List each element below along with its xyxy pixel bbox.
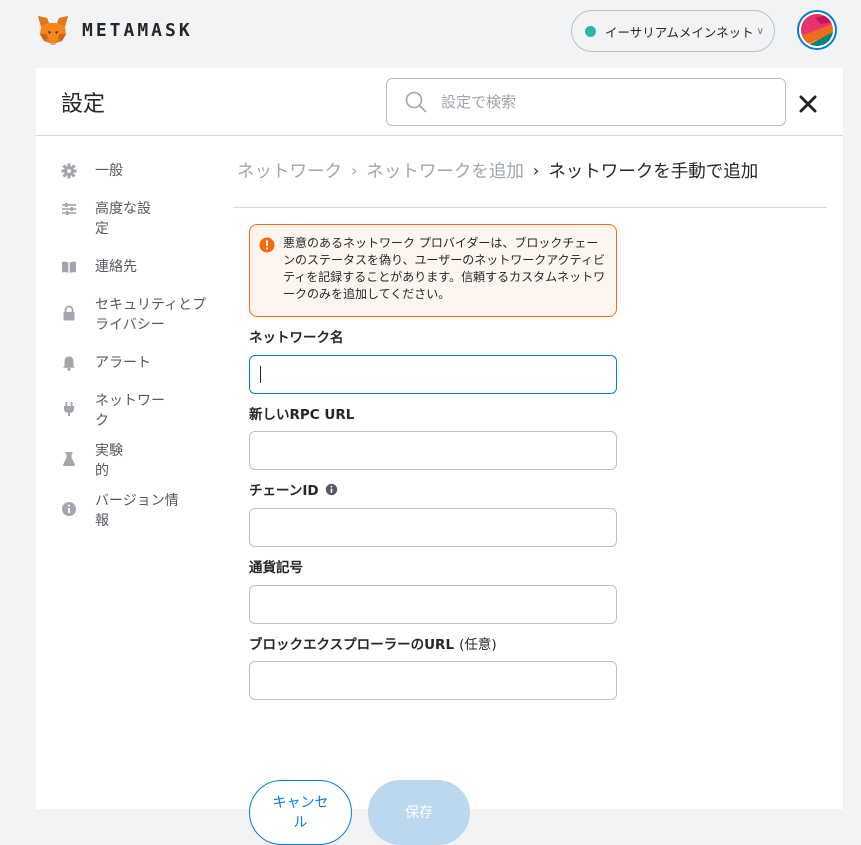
network-name-field[interactable] <box>249 355 617 394</box>
security-warning: 悪意のあるネットワーク プロバイダーは、ブロックチェーンのステータスを偽り、ユー… <box>249 224 617 317</box>
sidebar-item-advanced[interactable]: 高度な設定 <box>61 199 159 239</box>
sidebar-item-label: アラート <box>95 355 151 371</box>
chevron-right-icon: › <box>351 161 358 180</box>
explorer-url-label-group: ブロックエクスプローラーのURL (任意) <box>249 633 497 653</box>
account-avatar[interactable] <box>797 10 837 50</box>
optional-tag: (任意) <box>459 637 497 653</box>
rpc-url-field[interactable] <box>249 431 617 470</box>
sidebar-item-networks[interactable]: ネットワーク <box>61 391 167 431</box>
sidebar-item-experimental[interactable]: 実験的 <box>61 441 125 481</box>
fox-logo-icon <box>38 16 68 45</box>
flask-icon <box>63 452 75 466</box>
network-status-dot <box>585 25 596 37</box>
bell-icon <box>63 356 75 371</box>
sidebar-item-security[interactable]: セキュリティとプライバシー <box>61 295 213 335</box>
sidebar-item-label: 高度な設定 <box>95 201 151 237</box>
metamask-logo[interactable]: METAMASK <box>36 14 193 46</box>
network-selector[interactable]: イーサリアムメインネット ∨ <box>571 10 775 52</box>
chevron-down-icon: ∨ <box>756 25 764 37</box>
breadcrumb: ネットワーク › ネットワークを追加 › ネットワークを手動で追加 <box>237 158 758 183</box>
warning-icon <box>259 237 275 253</box>
lock-icon <box>63 305 75 321</box>
logo-wordmark: METAMASK <box>82 19 193 41</box>
save-button[interactable]: 保存 <box>368 780 470 845</box>
sidebar-item-general[interactable]: 一般 <box>61 161 209 181</box>
settings-panel: 設定 設定で検索 一般 高度な設定 連絡先 セキュリティとプライバシー アラート… <box>36 68 843 845</box>
sliders-icon <box>62 203 76 215</box>
sidebar-item-label: 連絡先 <box>95 259 137 275</box>
sidebar-item-contacts[interactable]: 連絡先 <box>61 257 209 277</box>
explorer-url-field[interactable] <box>249 661 617 700</box>
gear-icon <box>61 163 77 179</box>
explorer-url-label: ブロックエクスプローラーのURL <box>249 637 455 653</box>
plug-icon <box>64 402 74 416</box>
currency-symbol-field[interactable] <box>249 585 617 624</box>
network-label: イーサリアムメインネット <box>605 24 754 40</box>
breadcrumb-networks[interactable]: ネットワーク <box>237 158 342 183</box>
chevron-right-icon: › <box>532 161 540 180</box>
sidebar-item-about[interactable]: バージョン情報 <box>61 491 181 531</box>
info-icon[interactable] <box>325 483 338 496</box>
book-icon <box>62 261 76 273</box>
sidebar-item-label: 実験的 <box>95 443 123 479</box>
sidebar-item-label: 一般 <box>95 163 123 179</box>
divider <box>233 207 827 208</box>
sidebar-item-alerts[interactable]: アラート <box>61 353 209 373</box>
cancel-button[interactable]: キャンセル <box>249 780 352 845</box>
settings-header: 設定 <box>36 68 843 136</box>
close-icon[interactable] <box>798 94 818 114</box>
sidebar-item-label: ネットワーク <box>95 393 165 429</box>
text-caret <box>260 366 261 383</box>
search-icon <box>405 91 427 113</box>
currency-symbol-label: 通貨記号 <box>249 560 303 576</box>
info-icon <box>62 502 76 516</box>
chain-id-label-group: チェーンID <box>249 479 338 499</box>
settings-search[interactable] <box>386 78 786 126</box>
rpc-url-label: 新しいRPC URL <box>249 407 355 423</box>
chain-id-field[interactable] <box>249 508 617 547</box>
chain-id-label: チェーンID <box>249 483 319 499</box>
page-title: 設定 <box>61 92 106 117</box>
sidebar-item-label: セキュリティとプライバシー <box>95 297 207 333</box>
sidebar-item-label: バージョン情報 <box>95 493 179 529</box>
breadcrumb-add-network[interactable]: ネットワークを追加 <box>366 158 524 183</box>
top-bar: METAMASK イーサリアムメインネット ∨ <box>0 0 861 62</box>
warning-text: 悪意のあるネットワーク プロバイダーは、ブロックチェーンのステータスを偽り、ユー… <box>283 236 606 301</box>
breadcrumb-current: ネットワークを手動で追加 <box>548 162 759 182</box>
jazzicon-icon <box>801 14 833 46</box>
network-name-label: ネットワーク名 <box>249 330 344 346</box>
search-input[interactable] <box>441 93 761 111</box>
